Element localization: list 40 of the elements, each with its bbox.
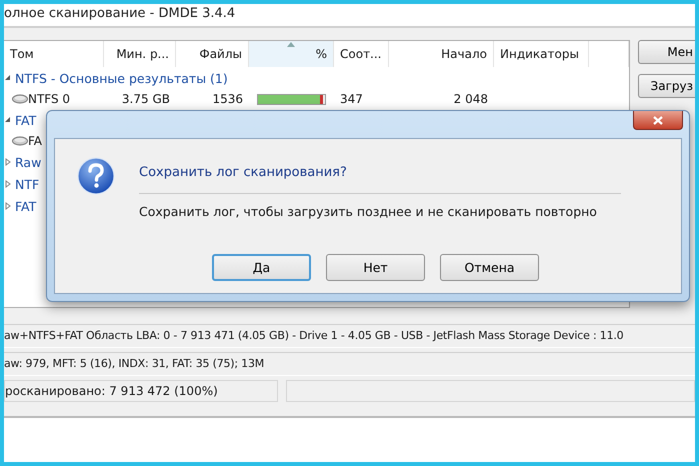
expand-icon[interactable]	[4, 180, 12, 188]
tree-group[interactable]: NTFS - Основные результаты (1)	[4, 67, 228, 89]
close-button[interactable]	[633, 111, 683, 130]
sort-arrow-icon	[287, 42, 295, 47]
question-icon	[77, 157, 115, 195]
group-label: FAT	[15, 198, 36, 214]
close-icon	[653, 116, 663, 124]
column-header[interactable]: %	[249, 41, 334, 67]
status-text: aw: 979, MFT: 5 (16), INDX: 31, FAT: 35 (75); 13M	[4, 352, 695, 376]
expand-icon[interactable]	[4, 202, 12, 210]
status-progress-text: росканировано: 7 913 472 (100%)	[4, 380, 278, 402]
collapse-icon[interactable]	[4, 74, 12, 82]
dialog-message: Сохранить лог сканирования?	[139, 164, 347, 182]
table-cell-text: 2 048	[452, 92, 489, 106]
side-button[interactable]: Загруз	[638, 74, 695, 98]
group-label: NTF	[15, 176, 40, 192]
status-text: aw+NTFS+FAT Область LBA: 0 - 7 913 471 (4.05 GB) - Drive 1 - 4.05 GB - USB - JetFlash Mass Storage Device : 11.0	[4, 324, 695, 348]
dialog-detail: Сохранить лог, чтобы загрузить позднее и не сканировать повторно	[139, 203, 598, 219]
dialog-button[interactable]: Нет	[326, 254, 425, 281]
table-cell-text: 347	[339, 92, 364, 106]
tree-group[interactable]: FAT	[4, 109, 36, 131]
tree-group[interactable]: Raw	[4, 151, 42, 173]
group-label: FAT	[15, 112, 36, 128]
table-cell-text: 3.75 GB	[120, 92, 171, 106]
table-cell: FA	[28, 134, 42, 148]
tree-group[interactable]: FAT	[4, 195, 36, 217]
tree-group[interactable]: NTF	[4, 173, 40, 195]
dialog-button[interactable]: Да	[212, 254, 311, 281]
table-cell: NTFS 0	[28, 92, 70, 106]
group-label: NTFS - Основные результаты (1)	[15, 70, 228, 86]
collapse-icon[interactable]	[4, 116, 12, 124]
side-button[interactable]: Мен	[638, 40, 695, 64]
group-label: Raw	[15, 154, 42, 170]
dialog-button[interactable]: Отмена	[440, 254, 539, 281]
table-cell-text: 1536	[211, 92, 244, 106]
volume-row[interactable]: FA	[4, 131, 494, 151]
disk-icon	[12, 136, 28, 146]
expand-icon[interactable]	[4, 158, 12, 166]
volume-row[interactable]: NTFS 0 3.75 GB 1536 347 2 048	[4, 89, 494, 109]
disk-icon	[12, 94, 28, 104]
